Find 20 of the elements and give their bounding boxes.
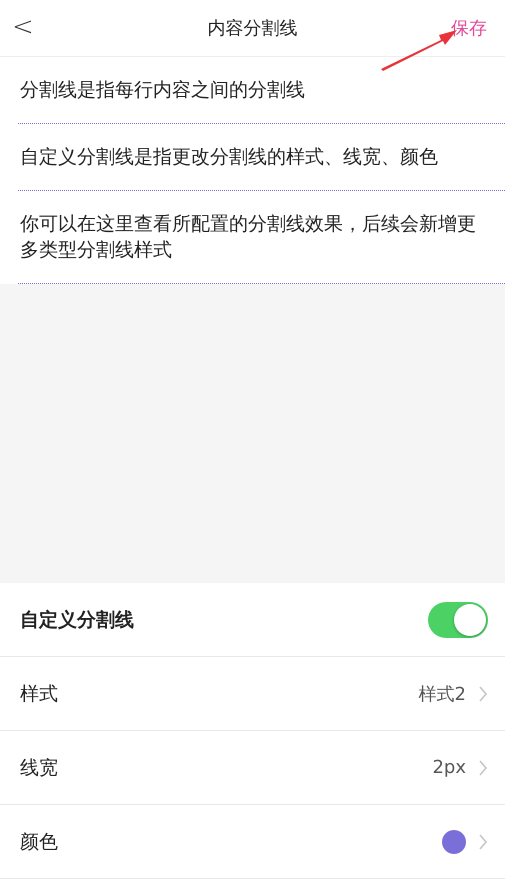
chevron-icon (478, 760, 488, 776)
setting-label: 线宽 (20, 756, 58, 780)
chevron-icon (478, 686, 488, 702)
preview-text: 自定义分割线是指更改分割线的样式、线宽、颜色 (20, 145, 439, 170)
setting-value: 样式2 (418, 682, 466, 706)
settings-row[interactable]: 样式 样式2 (0, 657, 505, 731)
setting-label: 样式 (20, 682, 58, 706)
save-button[interactable]: 保存 (451, 16, 487, 40)
preview-text: 分割线是指每行内容之间的分割线 (20, 78, 306, 103)
settings-row[interactable]: 自定义分割线 (0, 583, 505, 657)
settings-row[interactable]: 颜色 (0, 805, 505, 879)
setting-label: 颜色 (20, 830, 58, 854)
chevron-icon (478, 834, 488, 850)
page-title: 内容分割线 (208, 17, 298, 40)
settings-row[interactable]: 线宽 2px (0, 731, 505, 805)
setting-label: 自定义分割线 (20, 608, 134, 632)
setting-value: 2px (432, 757, 466, 778)
preview-text: 你可以在这里查看所配置的分割线效果，后续会新增更多类型分割线样式 (20, 212, 477, 263)
back-button[interactable]: < (12, 12, 34, 42)
toggle-switch[interactable] (428, 602, 488, 638)
